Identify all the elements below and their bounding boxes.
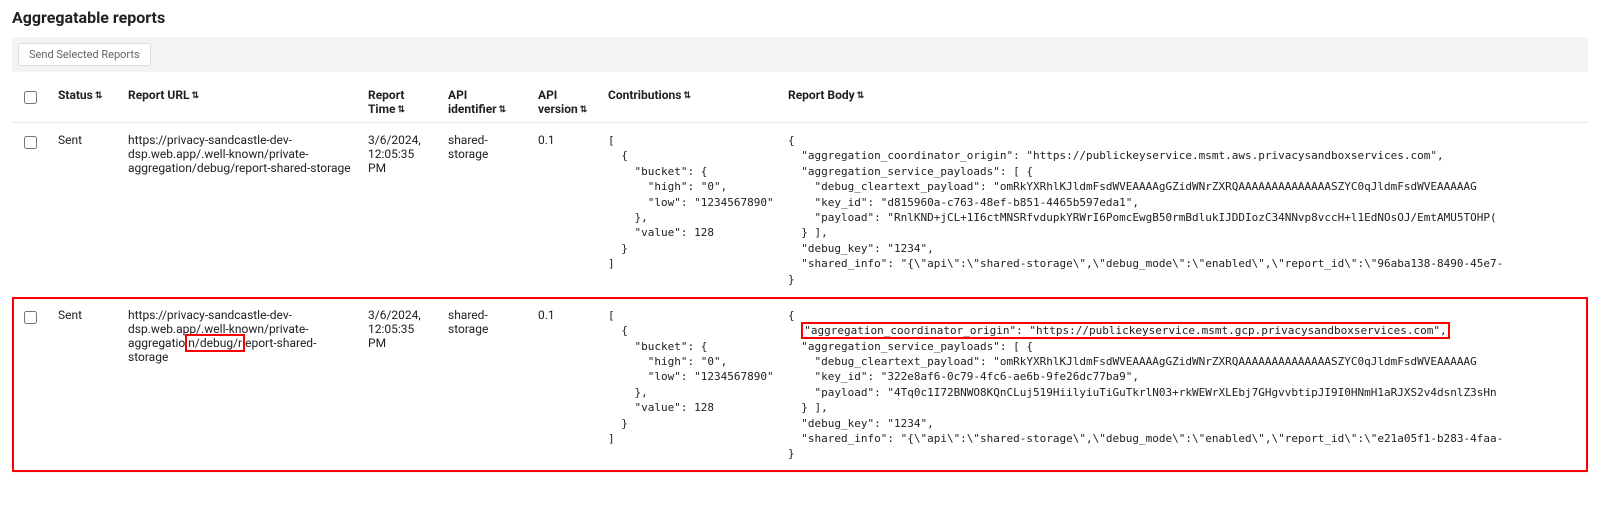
cell-report-body: { "aggregation_coordinator_origin": "htt… [780, 123, 1588, 298]
cell-api-identifier: shared-storage [440, 123, 530, 298]
sort-icon: ⇅ [192, 91, 200, 101]
select-all-checkbox[interactable] [24, 91, 37, 104]
sort-icon: ⇅ [95, 91, 103, 101]
sort-icon: ⇅ [580, 105, 588, 115]
highlight-box: n/debug/r [185, 334, 245, 352]
sort-icon: ⇅ [857, 91, 865, 101]
cell-report-url: https://privacy-sandcastle-dev-dsp.web.a… [120, 297, 360, 472]
cell-status: Sent [50, 123, 120, 298]
header-api-version[interactable]: API version⇅ [530, 82, 600, 123]
cell-api-version: 0.1 [530, 297, 600, 472]
header-report-url[interactable]: Report URL⇅ [120, 82, 360, 123]
row-checkbox-cell [12, 123, 50, 298]
cell-contributions: [ { "bucket": { "high": "0", "low": "123… [600, 123, 780, 298]
cell-api-version: 0.1 [530, 123, 600, 298]
cell-report-time: 3/6/2024, 12:05:35 PM [360, 297, 440, 472]
page-title: Aggregatable reports [12, 8, 1588, 27]
sort-icon: ⇅ [499, 105, 507, 115]
cell-status: Sent [50, 297, 120, 472]
cell-api-identifier: shared-storage [440, 297, 530, 472]
highlight-box: "aggregation_coordinator_origin": "https… [801, 322, 1449, 339]
header-api-identifier[interactable]: API identifier⇅ [440, 82, 530, 123]
cell-report-time: 3/6/2024, 12:05:35 PM [360, 123, 440, 298]
cell-report-body: { "aggregation_coordinator_origin": "htt… [780, 297, 1588, 472]
table-header-row: Status⇅ Report URL⇅ Report Time⇅ API ide… [12, 82, 1588, 123]
header-checkbox-cell [12, 82, 50, 123]
sort-icon: ⇅ [683, 91, 691, 101]
row-checkbox-cell [12, 297, 50, 472]
sort-icon: ⇅ [398, 105, 406, 115]
reports-table: Status⇅ Report URL⇅ Report Time⇅ API ide… [12, 82, 1588, 473]
cell-contributions: [ { "bucket": { "high": "0", "low": "123… [600, 297, 780, 472]
table-row: Sent https://privacy-sandcastle-dev-dsp.… [12, 123, 1588, 298]
header-report-body[interactable]: Report Body⇅ [780, 82, 1588, 123]
send-selected-button[interactable]: Send Selected Reports [18, 43, 151, 66]
toolbar: Send Selected Reports [12, 37, 1588, 72]
row-checkbox[interactable] [24, 136, 37, 149]
header-report-time[interactable]: Report Time⇅ [360, 82, 440, 123]
header-contributions[interactable]: Contributions⇅ [600, 82, 780, 123]
row-checkbox[interactable] [24, 311, 37, 324]
cell-report-url: https://privacy-sandcastle-dev-dsp.web.a… [120, 123, 360, 298]
header-status[interactable]: Status⇅ [50, 82, 120, 123]
table-row: Sent https://privacy-sandcastle-dev-dsp.… [12, 297, 1588, 472]
